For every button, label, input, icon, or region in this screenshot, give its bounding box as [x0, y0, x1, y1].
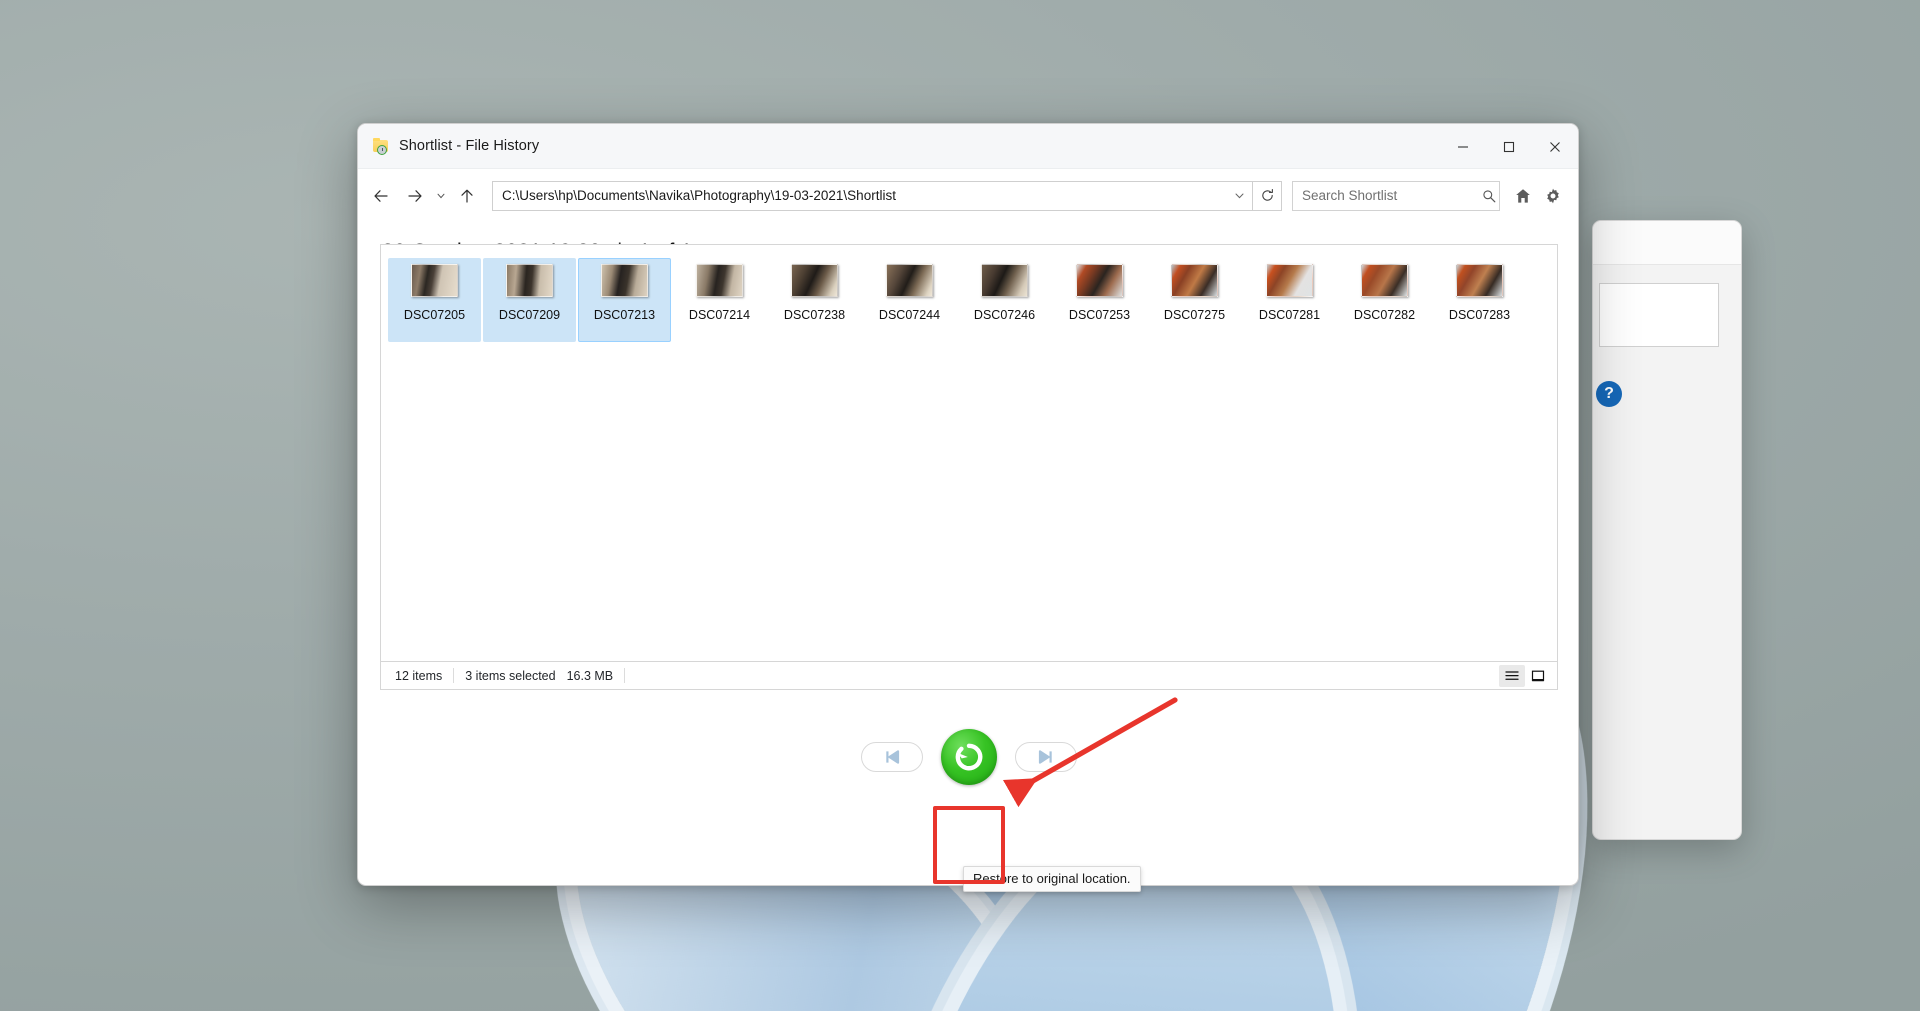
restore-button[interactable]: [941, 729, 997, 785]
skip-to-previous-icon: [886, 750, 900, 764]
file-tile[interactable]: DSC07214: [673, 258, 766, 342]
file-name-label: DSC07244: [878, 308, 941, 322]
file-name-label: DSC07213: [593, 308, 656, 322]
file-tile[interactable]: DSC07244: [863, 258, 956, 342]
file-thumbnail: [601, 264, 648, 297]
status-selection-count: 3 items selected: [465, 668, 556, 683]
file-tile[interactable]: DSC07282: [1338, 258, 1431, 342]
file-name-label: DSC07209: [498, 308, 561, 322]
window-title: Shortlist - File History: [399, 138, 540, 154]
status-item-count: 12 items: [395, 668, 443, 683]
annotation-highlight-box: [933, 806, 1005, 884]
background-window-field: [1599, 283, 1719, 347]
file-thumbnail: [1266, 264, 1313, 297]
file-thumbnail: [1456, 264, 1503, 297]
file-thumbnail: [981, 264, 1028, 297]
file-name-label: DSC07281: [1258, 308, 1321, 322]
address-bar[interactable]: C:\Users\hp\Documents\Navika\Photography…: [492, 180, 1253, 211]
refresh-icon[interactable]: [1252, 180, 1282, 211]
previous-version-button[interactable]: [861, 742, 923, 772]
folder-history-icon: [372, 137, 390, 155]
file-thumbnail: [1361, 264, 1408, 297]
minimize-icon[interactable]: [1440, 124, 1486, 169]
file-name-label: DSC07246: [973, 308, 1036, 322]
status-bar: 12 items 3 items selected 16.3 MB: [380, 662, 1558, 690]
background-window[interactable]: ?: [1592, 220, 1742, 840]
search-input[interactable]: [1293, 188, 1479, 203]
background-window-titlebar: [1593, 221, 1741, 265]
toolbar-right-icons: [1510, 183, 1566, 209]
status-divider-1: [453, 668, 455, 683]
status-divider-2: [624, 668, 626, 683]
restore-circular-arrow-icon: [955, 743, 983, 771]
file-thumbnail: [1171, 264, 1218, 297]
file-list-pane[interactable]: DSC07205 DSC07209 DSC07213 DSC07214 DSC07238…: [380, 244, 1558, 662]
search-icon[interactable]: [1479, 189, 1499, 203]
address-bar-chevron-down-icon[interactable]: [1226, 182, 1252, 210]
toolbar: C:\Users\hp\Documents\Navika\Photography…: [358, 169, 1578, 222]
back-arrow-icon[interactable]: [364, 179, 398, 213]
file-thumbnail: [696, 264, 743, 297]
file-name-label: DSC07205: [403, 308, 466, 322]
forward-arrow-icon[interactable]: [398, 179, 432, 213]
list-view-icon[interactable]: [1499, 664, 1525, 687]
up-arrow-icon[interactable]: [450, 179, 484, 213]
file-tile[interactable]: DSC07205: [388, 258, 481, 342]
file-thumbnail: [506, 264, 553, 297]
file-tile[interactable]: DSC07275: [1148, 258, 1241, 342]
file-name-label: DSC07214: [688, 308, 751, 322]
file-tile[interactable]: DSC07283: [1433, 258, 1526, 342]
file-tile[interactable]: DSC07213: [578, 258, 671, 342]
search-box[interactable]: [1292, 180, 1500, 211]
close-icon[interactable]: [1532, 124, 1578, 169]
file-tile[interactable]: DSC07281: [1243, 258, 1336, 342]
titlebar[interactable]: Shortlist - File History: [358, 124, 1578, 169]
file-history-window: Shortlist - File History C:\Users\hp\Doc…: [357, 123, 1579, 886]
recent-locations-chevron-down-icon[interactable]: [432, 179, 450, 213]
help-icon[interactable]: ?: [1596, 381, 1622, 407]
status-selection-size: 16.3 MB: [566, 668, 614, 683]
file-name-label: DSC07283: [1448, 308, 1511, 322]
gear-icon[interactable]: [1540, 183, 1566, 209]
file-thumbnail: [1076, 264, 1123, 297]
file-name-label: DSC07275: [1163, 308, 1226, 322]
file-name-label: DSC07282: [1353, 308, 1416, 322]
file-thumbnail: [791, 264, 838, 297]
file-name-label: DSC07238: [783, 308, 846, 322]
maximize-icon[interactable]: [1486, 124, 1532, 169]
home-icon[interactable]: [1510, 183, 1536, 209]
file-name-label: DSC07253: [1068, 308, 1131, 322]
annotation-arrow: [1002, 697, 1178, 808]
address-bar-path: C:\Users\hp\Documents\Navika\Photography…: [502, 188, 896, 203]
version-navigation-bar: [358, 712, 1578, 802]
file-tile[interactable]: DSC07209: [483, 258, 576, 342]
window-controls: [1440, 124, 1578, 169]
file-grid: DSC07205 DSC07209 DSC07213 DSC07214 DSC07238…: [381, 245, 1557, 345]
large-icons-view-icon[interactable]: [1525, 665, 1551, 687]
file-tile[interactable]: DSC07246: [958, 258, 1051, 342]
file-tile[interactable]: DSC07238: [768, 258, 861, 342]
file-thumbnail: [886, 264, 933, 297]
file-tile[interactable]: DSC07253: [1053, 258, 1146, 342]
file-thumbnail: [411, 264, 458, 297]
